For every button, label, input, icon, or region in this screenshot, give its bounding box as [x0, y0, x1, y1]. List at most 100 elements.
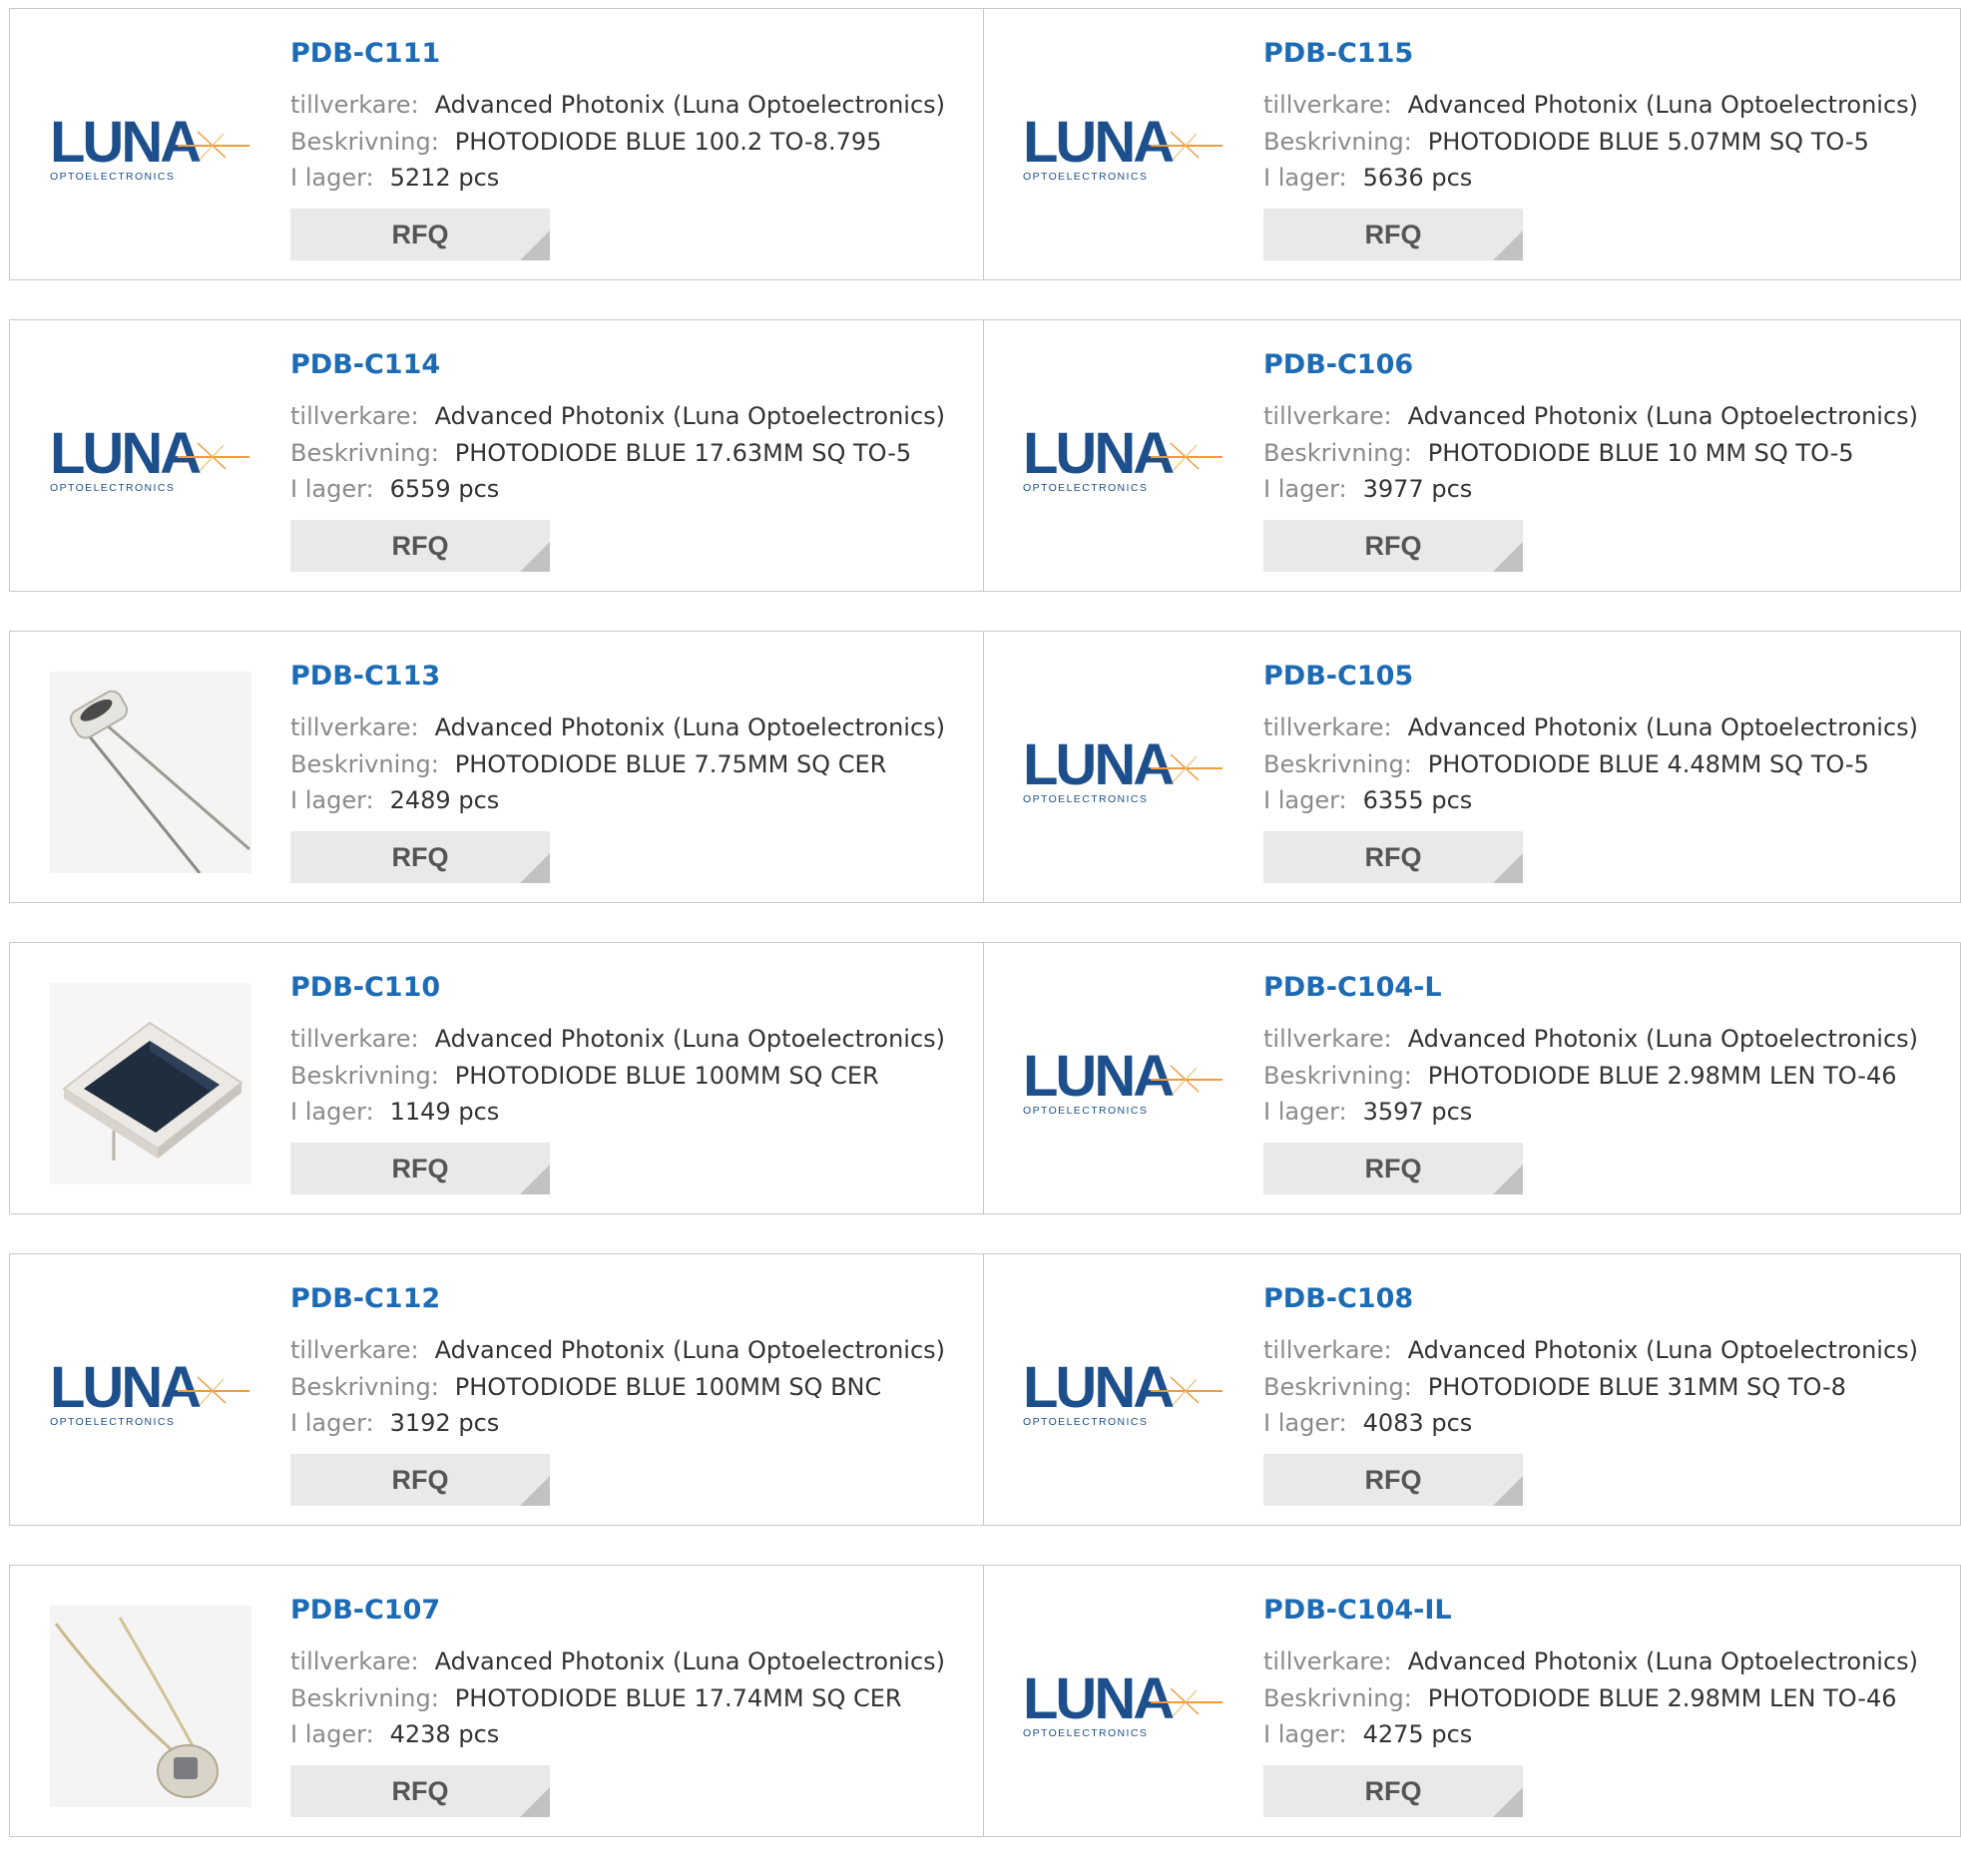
stock-value: 1149 pcs	[389, 1098, 500, 1126]
product-card: PDB-C110 tillverkare: Advanced Photonix (…	[9, 942, 984, 1214]
part-number-link[interactable]: PDB-C112	[290, 1283, 440, 1314]
product-image[interactable]: LUNA OPTOELECTRONICS	[1023, 1294, 1225, 1496]
product-image[interactable]: LUNA OPTOELECTRONICS	[1023, 1606, 1225, 1807]
rfq-label: RFQ	[1364, 1775, 1422, 1806]
rfq-button[interactable]: RFQ	[1263, 1143, 1523, 1194]
description-value: PHOTODIODE BLUE 4.48MM SQ TO-5	[1427, 750, 1869, 778]
description-value: PHOTODIODE BLUE 100.2 TO-8.795	[454, 128, 882, 156]
rfq-button[interactable]: RFQ	[1263, 520, 1523, 572]
product-image[interactable]: LUNA OPTOELECTRONICS	[1023, 360, 1225, 562]
stock-value: 6355 pcs	[1362, 786, 1473, 814]
stock-value: 3192 pcs	[389, 1409, 500, 1437]
luna-logo-sub: OPTOELECTRONICS	[1023, 171, 1148, 183]
part-number-link[interactable]: PDB-C113	[290, 661, 440, 692]
description-label: Beskrivning:	[290, 1684, 439, 1712]
manufacturer-label: tillverkare:	[1263, 1647, 1392, 1675]
stock-row: I lager: 6559 pcs	[290, 474, 499, 504]
manufacturer-label: tillverkare:	[290, 402, 419, 430]
stock-value: 4083 pcs	[1362, 1409, 1473, 1437]
manufacturer-value: Advanced Photonix (Luna Optoelectronics)	[434, 713, 946, 741]
part-number-link[interactable]: PDB-C115	[1263, 38, 1413, 69]
stock-label: I lager:	[290, 164, 374, 192]
product-card: LUNA OPTOELECTRONICS PDB-C105 tillverkar…	[984, 631, 1961, 903]
rfq-button[interactable]: RFQ	[1263, 1454, 1523, 1506]
rfq-button[interactable]: RFQ	[290, 1454, 550, 1506]
product-image[interactable]: LUNA OPTOELECTRONICS	[50, 49, 251, 250]
part-number-link[interactable]: PDB-C107	[290, 1595, 440, 1626]
photodiode-ceramic-image	[50, 983, 251, 1184]
rfq-label: RFQ	[1364, 1153, 1422, 1183]
product-card: LUNA OPTOELECTRONICS PDB-C108 tillverkar…	[984, 1253, 1961, 1526]
product-image[interactable]: LUNA OPTOELECTRONICS	[50, 1294, 251, 1496]
part-number-link[interactable]: PDB-C106	[1263, 349, 1413, 380]
description-row: Beskrivning: PHOTODIODE BLUE 17.63MM SQ T…	[290, 438, 911, 468]
product-row: PDB-C113 tillverkare: Advanced Photonix (…	[9, 631, 1961, 903]
description-row: Beskrivning: PHOTODIODE BLUE 100MM SQ BNC	[290, 1372, 881, 1402]
rfq-button[interactable]: RFQ	[290, 1765, 550, 1817]
product-image[interactable]	[50, 672, 251, 873]
manufacturer-row: tillverkare: Advanced Photonix (Luna Opto…	[1263, 1646, 1918, 1676]
stock-value: 2489 pcs	[389, 786, 500, 814]
part-number-link[interactable]: PDB-C108	[1263, 1283, 1413, 1314]
manufacturer-row: tillverkare: Advanced Photonix (Luna Opto…	[290, 1646, 945, 1676]
product-image[interactable]: LUNA OPTOELECTRONICS	[1023, 49, 1225, 250]
manufacturer-label: tillverkare:	[290, 1336, 419, 1364]
manufacturer-row: tillverkare: Advanced Photonix (Luna Opto…	[290, 712, 945, 742]
rfq-label: RFQ	[391, 1775, 449, 1806]
product-row: PDB-C107 tillverkare: Advanced Photonix (…	[9, 1565, 1961, 1837]
manufacturer-value: Advanced Photonix (Luna Optoelectronics)	[1407, 91, 1919, 119]
part-number-link[interactable]: PDB-C104-IL	[1263, 1595, 1452, 1626]
rfq-button[interactable]: RFQ	[290, 831, 550, 883]
luna-logo-word: LUNA	[50, 1355, 201, 1420]
product-image[interactable]: LUNA OPTOELECTRONICS	[1023, 983, 1225, 1184]
product-row: LUNA OPTOELECTRONICS PDB-C114 tillverkar…	[9, 319, 1961, 592]
product-image[interactable]: LUNA OPTOELECTRONICS	[1023, 672, 1225, 873]
rfq-button[interactable]: RFQ	[290, 520, 550, 572]
rfq-label: RFQ	[1364, 219, 1422, 249]
stock-row: I lager: 2489 pcs	[290, 785, 499, 815]
description-value: PHOTODIODE BLUE 2.98MM LEN TO-46	[1427, 1684, 1897, 1712]
description-row: Beskrivning: PHOTODIODE BLUE 31MM SQ TO-8	[1263, 1372, 1846, 1402]
luna-logo-sub: OPTOELECTRONICS	[1023, 482, 1148, 494]
manufacturer-value: Advanced Photonix (Luna Optoelectronics)	[434, 1025, 946, 1053]
luna-logo: LUNA OPTOELECTRONICS	[50, 110, 249, 183]
luna-logo: LUNA OPTOELECTRONICS	[1023, 732, 1223, 805]
rfq-label: RFQ	[391, 530, 449, 561]
manufacturer-value: Advanced Photonix (Luna Optoelectronics)	[434, 402, 946, 430]
corner-triangle-icon	[1493, 1476, 1523, 1506]
part-number-link[interactable]: PDB-C104-L	[1263, 972, 1442, 1003]
luna-logo-sub: OPTOELECTRONICS	[1023, 793, 1148, 805]
rfq-button[interactable]: RFQ	[1263, 831, 1523, 883]
description-label: Beskrivning:	[1263, 439, 1412, 467]
corner-triangle-icon	[520, 853, 550, 883]
description-row: Beskrivning: PHOTODIODE BLUE 17.74MM SQ C…	[290, 1683, 902, 1713]
stock-label: I lager:	[1263, 1720, 1347, 1748]
product-row: PDB-C110 tillverkare: Advanced Photonix (…	[9, 942, 1961, 1214]
rfq-button[interactable]: RFQ	[290, 1143, 550, 1194]
corner-triangle-icon	[1493, 231, 1523, 260]
photodiode-round-image	[50, 1606, 251, 1807]
part-number-link[interactable]: PDB-C110	[290, 972, 440, 1003]
part-number-link[interactable]: PDB-C105	[1263, 661, 1413, 692]
luna-logo-sub: OPTOELECTRONICS	[50, 1416, 175, 1428]
luna-logo: LUNA OPTOELECTRONICS	[1023, 110, 1223, 183]
luna-logo: LUNA OPTOELECTRONICS	[1023, 1355, 1223, 1428]
manufacturer-label: tillverkare:	[1263, 713, 1392, 741]
photodiode-leaded-image	[50, 672, 251, 873]
part-number-link[interactable]: PDB-C114	[290, 349, 440, 380]
luna-logo-word: LUNA	[50, 110, 201, 175]
luna-logo-sub: OPTOELECTRONICS	[50, 482, 175, 494]
product-image[interactable]	[50, 1606, 251, 1807]
product-image[interactable]: LUNA OPTOELECTRONICS	[50, 360, 251, 562]
part-number-link[interactable]: PDB-C111	[290, 38, 440, 69]
description-value: PHOTODIODE BLUE 10 MM SQ TO-5	[1427, 439, 1854, 467]
description-row: Beskrivning: PHOTODIODE BLUE 7.75MM SQ CE…	[290, 749, 886, 779]
corner-triangle-icon	[520, 1165, 550, 1194]
rfq-button[interactable]: RFQ	[1263, 1765, 1523, 1817]
product-image[interactable]	[50, 983, 251, 1184]
manufacturer-label: tillverkare:	[1263, 1025, 1392, 1053]
stock-row: I lager: 1149 pcs	[290, 1097, 499, 1127]
corner-triangle-icon	[520, 542, 550, 572]
rfq-button[interactable]: RFQ	[1263, 209, 1523, 260]
rfq-button[interactable]: RFQ	[290, 209, 550, 260]
